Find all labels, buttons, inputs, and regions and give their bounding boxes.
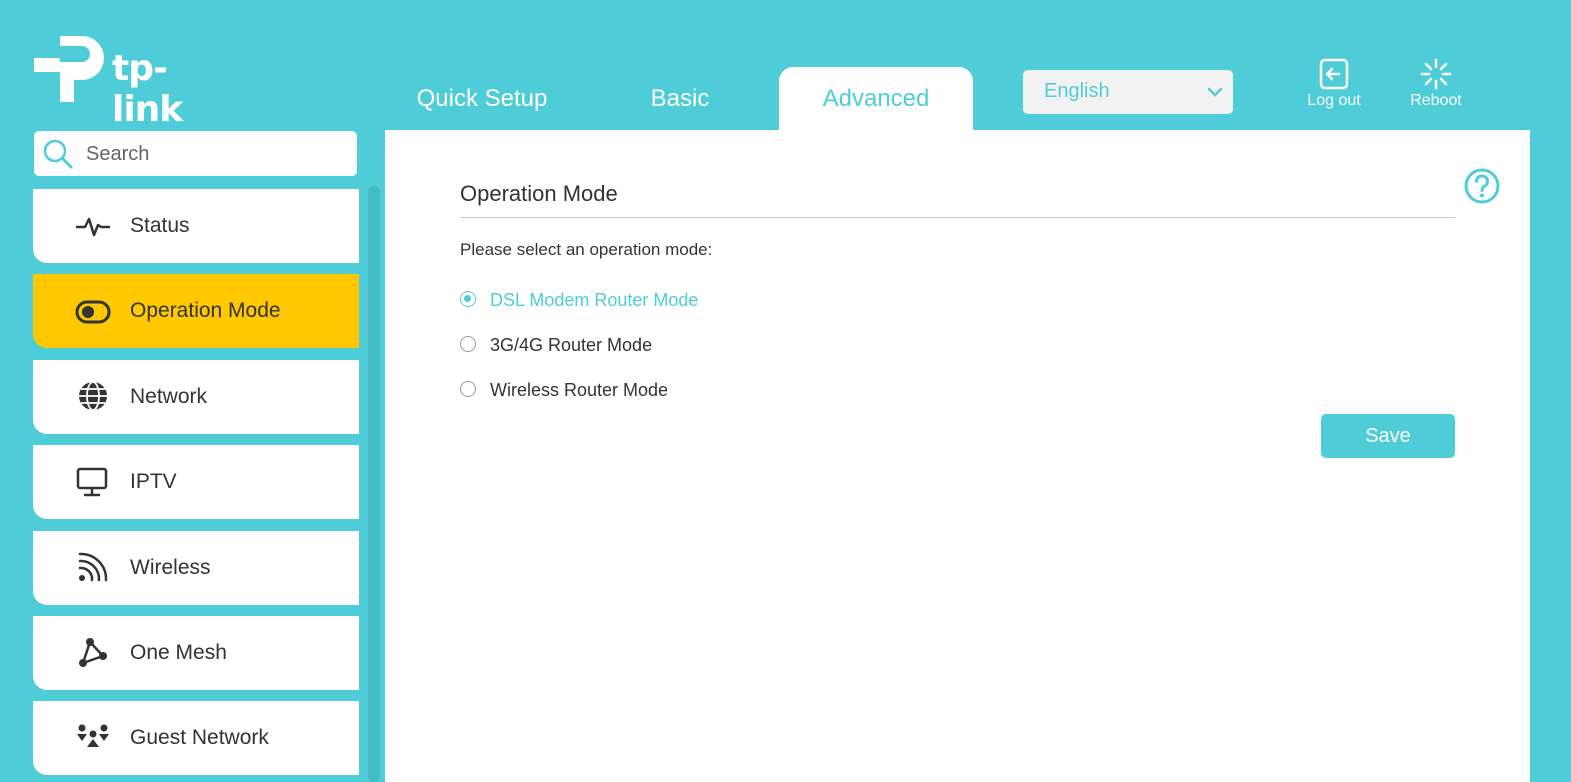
tab-quick-setup[interactable]: Quick Setup	[393, 67, 571, 130]
reboot-label: Reboot	[1410, 92, 1462, 109]
search-box[interactable]	[34, 131, 357, 176]
sidebar-item-label: Network	[130, 385, 208, 408]
search-input[interactable]	[84, 139, 348, 169]
logout-button[interactable]: Log out	[1300, 58, 1368, 110]
sidebar-item-guest-network[interactable]: Guest Network	[33, 701, 359, 775]
guests-icon	[77, 724, 109, 747]
save-button[interactable]: Save	[1321, 414, 1455, 458]
radio-label[interactable]: 3G/4G Router Mode	[490, 333, 652, 357]
sidebar-item-operation-mode[interactable]: Operation Mode	[33, 274, 359, 348]
radio-button[interactable]	[460, 381, 476, 397]
monitor-icon	[76, 467, 108, 497]
sidebar-item-label: Operation Mode	[130, 299, 281, 322]
sidebar-item-label: One Mesh	[130, 641, 227, 664]
help-icon[interactable]	[1463, 167, 1501, 205]
wifi-icon	[78, 552, 108, 582]
search-icon	[43, 139, 73, 169]
toggle-icon	[75, 300, 111, 324]
tab-advanced[interactable]: Advanced	[779, 67, 973, 130]
page-title: Operation Mode	[460, 181, 618, 206]
radio-button[interactable]	[460, 291, 476, 307]
radio-button[interactable]	[460, 336, 476, 352]
sidebar-item-label: IPTV	[130, 470, 177, 493]
pulse-icon	[75, 217, 111, 237]
logo-text: tp-link	[112, 48, 183, 130]
language-selected-value: English	[1044, 80, 1110, 102]
language-select[interactable]: English	[1023, 70, 1233, 114]
sidebar-item-status[interactable]: Status	[33, 189, 359, 263]
sidebar-item-wireless[interactable]: Wireless	[33, 531, 359, 605]
operation-mode-prompt: Please select an operation mode:	[460, 240, 713, 259]
radio-label[interactable]: Wireless Router Mode	[490, 378, 668, 402]
sidebar-item-label: Wireless	[130, 556, 211, 579]
globe-icon	[79, 381, 107, 411]
tab-basic[interactable]: Basic	[600, 67, 760, 130]
reboot-icon	[1420, 58, 1452, 90]
mesh-icon	[79, 638, 107, 667]
reboot-button[interactable]: Reboot	[1402, 58, 1470, 110]
tp-link-logo-icon	[34, 36, 104, 102]
title-divider	[460, 217, 1455, 218]
logout-label: Log out	[1307, 92, 1361, 109]
logout-icon	[1319, 58, 1349, 90]
radio-label[interactable]: DSL Modem Router Mode	[490, 288, 698, 312]
main-panel: Operation Mode Please select an operatio…	[385, 130, 1530, 782]
sidebar-scrollbar[interactable]	[368, 186, 380, 782]
chevron-down-icon	[1207, 87, 1223, 97]
sidebar-item-iptv[interactable]: IPTV	[33, 445, 359, 519]
sidebar-item-one-mesh[interactable]: One Mesh	[33, 616, 359, 690]
sidebar-item-label: Status	[130, 214, 190, 237]
sidebar-item-network[interactable]: Network	[33, 360, 359, 434]
tp-link-logo: tp-link	[32, 28, 232, 130]
sidebar-item-label: Guest Network	[130, 726, 269, 749]
